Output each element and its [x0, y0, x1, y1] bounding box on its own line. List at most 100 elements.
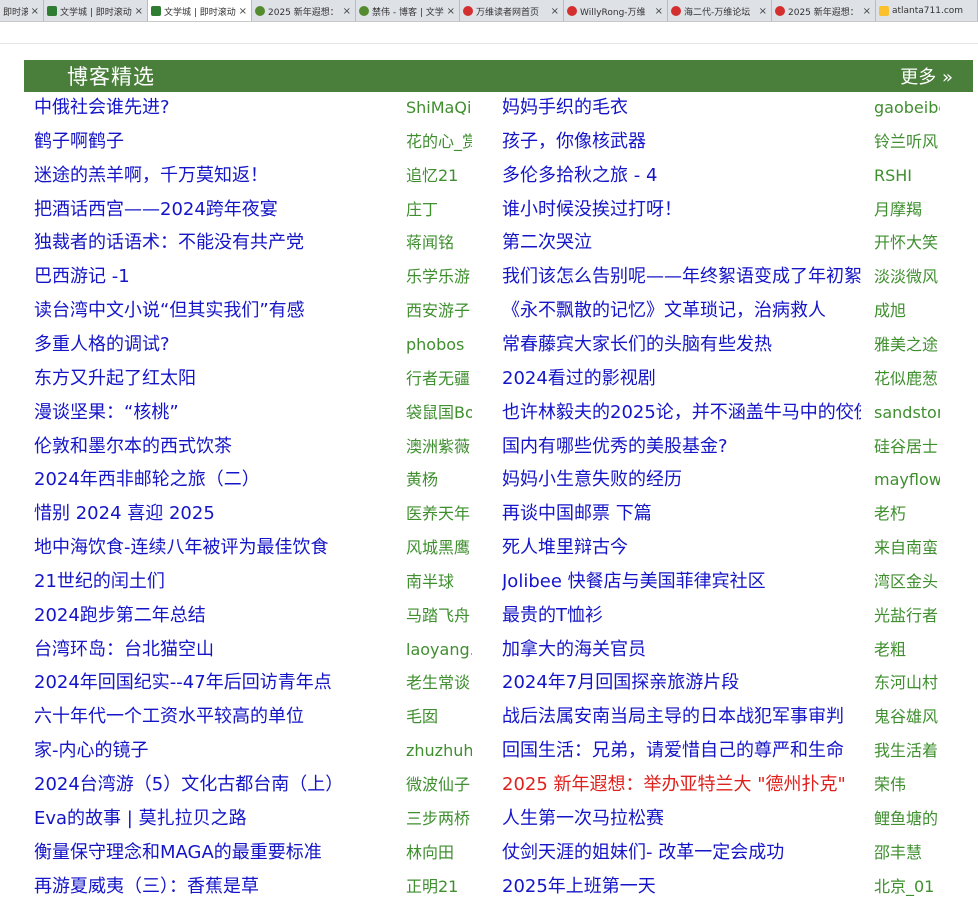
browser-tab[interactable]: 文学城 | 即时滚动 ×	[44, 0, 148, 21]
blog-author-link[interactable]: 毛囡	[406, 703, 472, 731]
browser-tab[interactable]: 2025 新年遐想： ×	[252, 0, 356, 21]
browser-tab[interactable]: 即时滚动×	[0, 0, 44, 21]
blog-author-link[interactable]: 庄丁	[406, 196, 472, 224]
browser-tab[interactable]: 万维读者网首页 ×	[460, 0, 564, 21]
blog-title-link[interactable]: 回国生活：兄弟，请爱惜自己的尊严和生命	[502, 737, 861, 765]
blog-title-link[interactable]: 孩子，你像核武器	[502, 128, 861, 156]
blog-title-link[interactable]: 台湾环岛：台北猫空山	[34, 636, 398, 664]
blog-title-link[interactable]: Eva的故事 | 莫扎拉贝之路	[34, 805, 398, 833]
blog-author-link[interactable]: 湾区金头	[874, 568, 940, 596]
blog-author-link[interactable]: 马踏飞舟	[406, 602, 472, 630]
blog-author-link[interactable]: 鬼谷雄风	[874, 703, 940, 731]
browser-tab[interactable]: 海二代-万维论坛 ×	[668, 0, 772, 21]
blog-author-link[interactable]: 来自南蛮	[874, 534, 940, 562]
blog-title-link[interactable]: 惜别 2024 喜迎 2025	[34, 500, 398, 528]
browser-tab[interactable]: 禁伟 - 博客 | 文学 ×	[356, 0, 460, 21]
blog-title-link[interactable]: 也许林毅夫的2025论，并不涵盖牛马中的佼佼者	[502, 399, 861, 427]
blog-author-link[interactable]: 林向田	[406, 839, 472, 867]
blog-author-link[interactable]: 成旭	[874, 297, 940, 325]
blog-author-link[interactable]: 鲤鱼塘的	[874, 805, 940, 833]
blog-author-link[interactable]: laoyang...	[406, 636, 472, 664]
blog-title-link[interactable]: 巴西游记 -1	[34, 263, 398, 291]
browser-tab[interactable]: 2025 新年遐想： ×	[772, 0, 876, 21]
blog-author-link[interactable]: zhuzhuh...	[406, 737, 472, 765]
blog-author-link[interactable]: 老生常谈	[406, 669, 472, 697]
blog-author-link[interactable]: 医养天年	[406, 500, 472, 528]
blog-author-link[interactable]: 月摩羯	[874, 196, 940, 224]
close-icon[interactable]: ×	[343, 6, 351, 17]
blog-title-link[interactable]: 六十年代一个工资水平较高的单位	[34, 703, 398, 731]
more-link[interactable]: 更多 »	[900, 63, 953, 89]
blog-author-link[interactable]: 正明21	[406, 873, 472, 901]
close-icon[interactable]: ×	[655, 6, 663, 17]
blog-author-link[interactable]: 微波仙子	[406, 771, 472, 799]
blog-title-link[interactable]: 第二次哭泣	[502, 229, 861, 257]
blog-title-link[interactable]: 2024台湾游（5）文化古都台南（上）	[34, 771, 398, 799]
blog-author-link[interactable]: 黄杨	[406, 466, 472, 494]
blog-title-link[interactable]: 家-内心的镜子	[34, 737, 398, 765]
blog-title-link[interactable]: Jolibee 快餐店与美国菲律宾社区	[502, 568, 861, 596]
close-icon[interactable]: ×	[551, 6, 559, 17]
blog-author-link[interactable]: 荣伟	[874, 771, 940, 799]
blog-author-link[interactable]: 淡淡微风	[874, 263, 940, 291]
blog-title-link[interactable]: 妈妈小生意失败的经历	[502, 466, 861, 494]
close-icon[interactable]: ×	[447, 6, 455, 17]
blog-title-link[interactable]: 妈妈手织的毛衣	[502, 94, 861, 122]
blog-author-link[interactable]: ShiMaQian	[406, 94, 472, 122]
browser-tab[interactable]: 文学城 | 即时滚动 ×	[148, 0, 252, 21]
blog-title-link[interactable]: 2024看过的影视剧	[502, 365, 861, 393]
blog-author-link[interactable]: 老朽	[874, 500, 940, 528]
blog-title-link[interactable]: 东方又升起了红太阳	[34, 365, 398, 393]
blog-title-link[interactable]: 21世纪的闰土们	[34, 568, 398, 596]
blog-title-link[interactable]: 死人堆里辩古今	[502, 534, 861, 562]
blog-author-link[interactable]: 邵丰慧	[874, 839, 940, 867]
blog-author-link[interactable]: mayflower	[874, 466, 940, 494]
blog-author-link[interactable]: gaobeibei	[874, 94, 940, 122]
blog-title-link[interactable]: 再谈中国邮票 下篇	[502, 500, 861, 528]
blog-title-link[interactable]: 2024年7月回国探亲旅游片段	[502, 669, 861, 697]
blog-title-link[interactable]: 2025 新年遐想：举办亚特兰大 "德州扑克"	[502, 771, 861, 799]
blog-author-link[interactable]: 行者无疆	[406, 365, 472, 393]
blog-title-link[interactable]: 2024年西非邮轮之旅（二）	[34, 466, 398, 494]
blog-title-link[interactable]: 中俄社会谁先进?	[34, 94, 398, 122]
blog-author-link[interactable]: 蒋闻铭	[406, 229, 472, 257]
blog-author-link[interactable]: 乐学乐游	[406, 263, 472, 291]
blog-author-link[interactable]: 花似鹿葱	[874, 365, 940, 393]
blog-author-link[interactable]: 追忆21	[406, 162, 472, 190]
blog-title-link[interactable]: 伦敦和墨尔本的西式饮茶	[34, 433, 398, 461]
blog-author-link[interactable]: 花的心_赏	[406, 128, 472, 156]
blog-title-link[interactable]: 多重人格的调试?	[34, 331, 398, 359]
blog-author-link[interactable]: 西安游子	[406, 297, 472, 325]
blog-title-link[interactable]: 仗剑天涯的姐妹们- 改革一定会成功	[502, 839, 861, 867]
blog-author-link[interactable]: 雅美之途	[874, 331, 940, 359]
close-icon[interactable]: ×	[239, 6, 247, 17]
blog-title-link[interactable]: 加拿大的海关官员	[502, 636, 861, 664]
blog-author-link[interactable]: RSHI	[874, 162, 940, 190]
blog-title-link[interactable]: 谁小时候没挨过打呀！	[502, 196, 861, 224]
blog-title-link[interactable]: 最贵的T恤衫	[502, 602, 861, 630]
blog-author-link[interactable]: 铃兰听风	[874, 128, 940, 156]
blog-title-link[interactable]: 国内有哪些优秀的美股基金?	[502, 433, 861, 461]
blog-author-link[interactable]: 袋鼠国Bo	[406, 399, 472, 427]
blog-author-link[interactable]: 东河山村	[874, 669, 940, 697]
blog-title-link[interactable]: 把酒话西宫——2024跨年夜宴	[34, 196, 398, 224]
blog-author-link[interactable]: 我生活着	[874, 737, 940, 765]
blog-author-link[interactable]: sandstone	[874, 399, 940, 427]
blog-title-link[interactable]: 人生第一次马拉松赛	[502, 805, 861, 833]
blog-title-link[interactable]: 2025年上班第一天	[502, 873, 861, 901]
blog-author-link[interactable]: phobos	[406, 331, 472, 359]
blog-title-link[interactable]: 我们该怎么告别呢——年终絮语变成了年初絮语	[502, 263, 861, 291]
blog-title-link[interactable]: 战后法属安南当局主导的日本战犯军事审判	[502, 703, 861, 731]
close-icon[interactable]: ×	[759, 6, 767, 17]
blog-title-link[interactable]: 漫谈坚果：“核桃”	[34, 399, 398, 427]
blog-author-link[interactable]: 北京_01	[874, 873, 940, 901]
close-icon[interactable]: ×	[135, 6, 143, 17]
blog-author-link[interactable]: 老粗	[874, 636, 940, 664]
blog-author-link[interactable]: 硅谷居士	[874, 433, 940, 461]
blog-title-link[interactable]: 多伦多拾秋之旅 - 4	[502, 162, 861, 190]
blog-title-link[interactable]: 鹤子啊鹤子	[34, 128, 398, 156]
blog-title-link[interactable]: 2024年回国纪实--47年后回访青年点	[34, 669, 398, 697]
blog-title-link[interactable]: 《永不飘散的记忆》文革琐记，治病救人	[502, 297, 861, 325]
browser-tab[interactable]: atlanta711.com	[876, 0, 978, 21]
blog-title-link[interactable]: 迷途的羔羊啊，千万莫知返！	[34, 162, 398, 190]
